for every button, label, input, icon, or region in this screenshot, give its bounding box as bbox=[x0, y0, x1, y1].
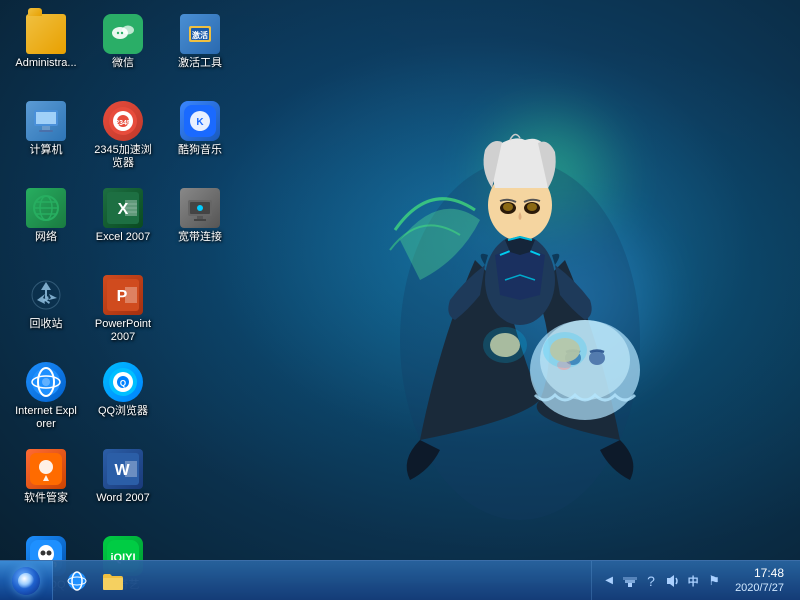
icon-softmanager[interactable]: 软件管家 bbox=[10, 445, 82, 530]
tray-volume-icon[interactable] bbox=[663, 572, 681, 590]
word-icon: W bbox=[103, 449, 143, 489]
icon-kugou[interactable]: K 酷狗音乐 bbox=[164, 97, 236, 182]
broadband-icon bbox=[180, 188, 220, 228]
softmanager-icon bbox=[26, 449, 66, 489]
icon-label-computer: 计算机 bbox=[30, 144, 63, 157]
svg-text:Q: Q bbox=[120, 379, 126, 388]
icon-label-administrator: Administra... bbox=[15, 57, 76, 70]
clock-time: 17:48 bbox=[754, 566, 784, 582]
icon-network[interactable]: 网络 bbox=[10, 184, 82, 269]
icon-label-kugou: 酷狗音乐 bbox=[178, 144, 222, 157]
icon-computer[interactable]: 计算机 bbox=[10, 97, 82, 182]
activate-icon: 激活 bbox=[180, 14, 220, 54]
wechat-icon bbox=[103, 14, 143, 54]
tray-lang-icon[interactable]: 中 bbox=[684, 572, 702, 590]
network-icon bbox=[26, 188, 66, 228]
ie-icon bbox=[26, 362, 66, 402]
icon-ie[interactable]: Internet Explorer bbox=[10, 358, 82, 443]
computer-icon bbox=[26, 101, 66, 141]
desktop: Administra... 微信 激活 激活工具 bbox=[0, 0, 800, 600]
start-button[interactable] bbox=[0, 561, 53, 600]
icon-label-ie: Internet Explorer bbox=[14, 405, 78, 431]
svg-text:2345: 2345 bbox=[115, 120, 131, 127]
icon-label-excel2007: Excel 2007 bbox=[96, 231, 150, 244]
start-orb bbox=[12, 567, 40, 595]
folder-icon bbox=[26, 14, 66, 54]
icon-label-powerpoint: PowerPoint 2007 bbox=[91, 318, 155, 344]
icon-label-activate: 激活工具 bbox=[178, 57, 222, 70]
taskbar-tray: ◀ ? bbox=[591, 561, 800, 600]
icon-qqbrowser[interactable]: Q QQ浏览器 bbox=[87, 358, 159, 443]
tray-network-icon[interactable] bbox=[621, 572, 639, 590]
icon-wechat[interactable]: 微信 bbox=[87, 10, 159, 95]
icon-label-softmanager: 软件管家 bbox=[24, 492, 68, 505]
icon-powerpoint[interactable]: P PowerPoint 2007 bbox=[87, 271, 159, 356]
taskbar-ie-icon[interactable] bbox=[61, 565, 93, 597]
character-area bbox=[320, 40, 720, 540]
icon-browser2345[interactable]: 2345 2345加速浏览器 bbox=[87, 97, 159, 182]
svg-text:激活: 激活 bbox=[192, 30, 208, 40]
icon-label-browser2345: 2345加速浏览器 bbox=[91, 144, 155, 170]
tray-hide-icon[interactable]: ◀ bbox=[600, 572, 618, 590]
icon-broadband[interactable]: 宽带连接 bbox=[164, 184, 236, 269]
powerpoint-icon: P bbox=[103, 275, 143, 315]
tray-notify-icon[interactable]: ⚑ bbox=[705, 572, 723, 590]
svg-text:K: K bbox=[196, 117, 204, 128]
icon-label-wechat: 微信 bbox=[112, 57, 134, 70]
icon-recycle[interactable]: 回收站 bbox=[10, 271, 82, 356]
tray-help-icon[interactable]: ? bbox=[642, 572, 660, 590]
browser2345-icon: 2345 bbox=[103, 101, 143, 141]
icon-label-network: 网络 bbox=[35, 231, 57, 244]
taskbar-quick-launch bbox=[53, 565, 137, 597]
icon-label-recycle: 回收站 bbox=[30, 318, 63, 331]
icon-label-word2007: Word 2007 bbox=[96, 492, 150, 505]
tray-icons: ◀ ? bbox=[600, 572, 723, 590]
icon-label-qqbrowser: QQ浏览器 bbox=[98, 405, 148, 418]
icon-administrator[interactable]: Administra... bbox=[10, 10, 82, 95]
icon-activate[interactable]: 激活 激活工具 bbox=[164, 10, 236, 95]
desktop-icons: Administra... 微信 激活 激活工具 bbox=[10, 10, 239, 600]
kugou-icon: K bbox=[180, 101, 220, 141]
icon-word2007[interactable]: W Word 2007 bbox=[87, 445, 159, 530]
recycle-icon bbox=[26, 275, 66, 315]
qqbrowser-icon: Q bbox=[103, 362, 143, 402]
icon-label-broadband: 宽带连接 bbox=[178, 231, 222, 244]
taskbar-clock[interactable]: 17:48 2020/7/27 bbox=[727, 566, 792, 596]
start-orb-inner bbox=[18, 573, 34, 589]
icon-excel2007[interactable]: X Excel 2007 bbox=[87, 184, 159, 269]
taskbar-folder-icon[interactable] bbox=[97, 565, 129, 597]
taskbar: ◀ ? bbox=[0, 560, 800, 600]
clock-date: 2020/7/27 bbox=[735, 581, 784, 595]
excel-icon: X bbox=[103, 188, 143, 228]
